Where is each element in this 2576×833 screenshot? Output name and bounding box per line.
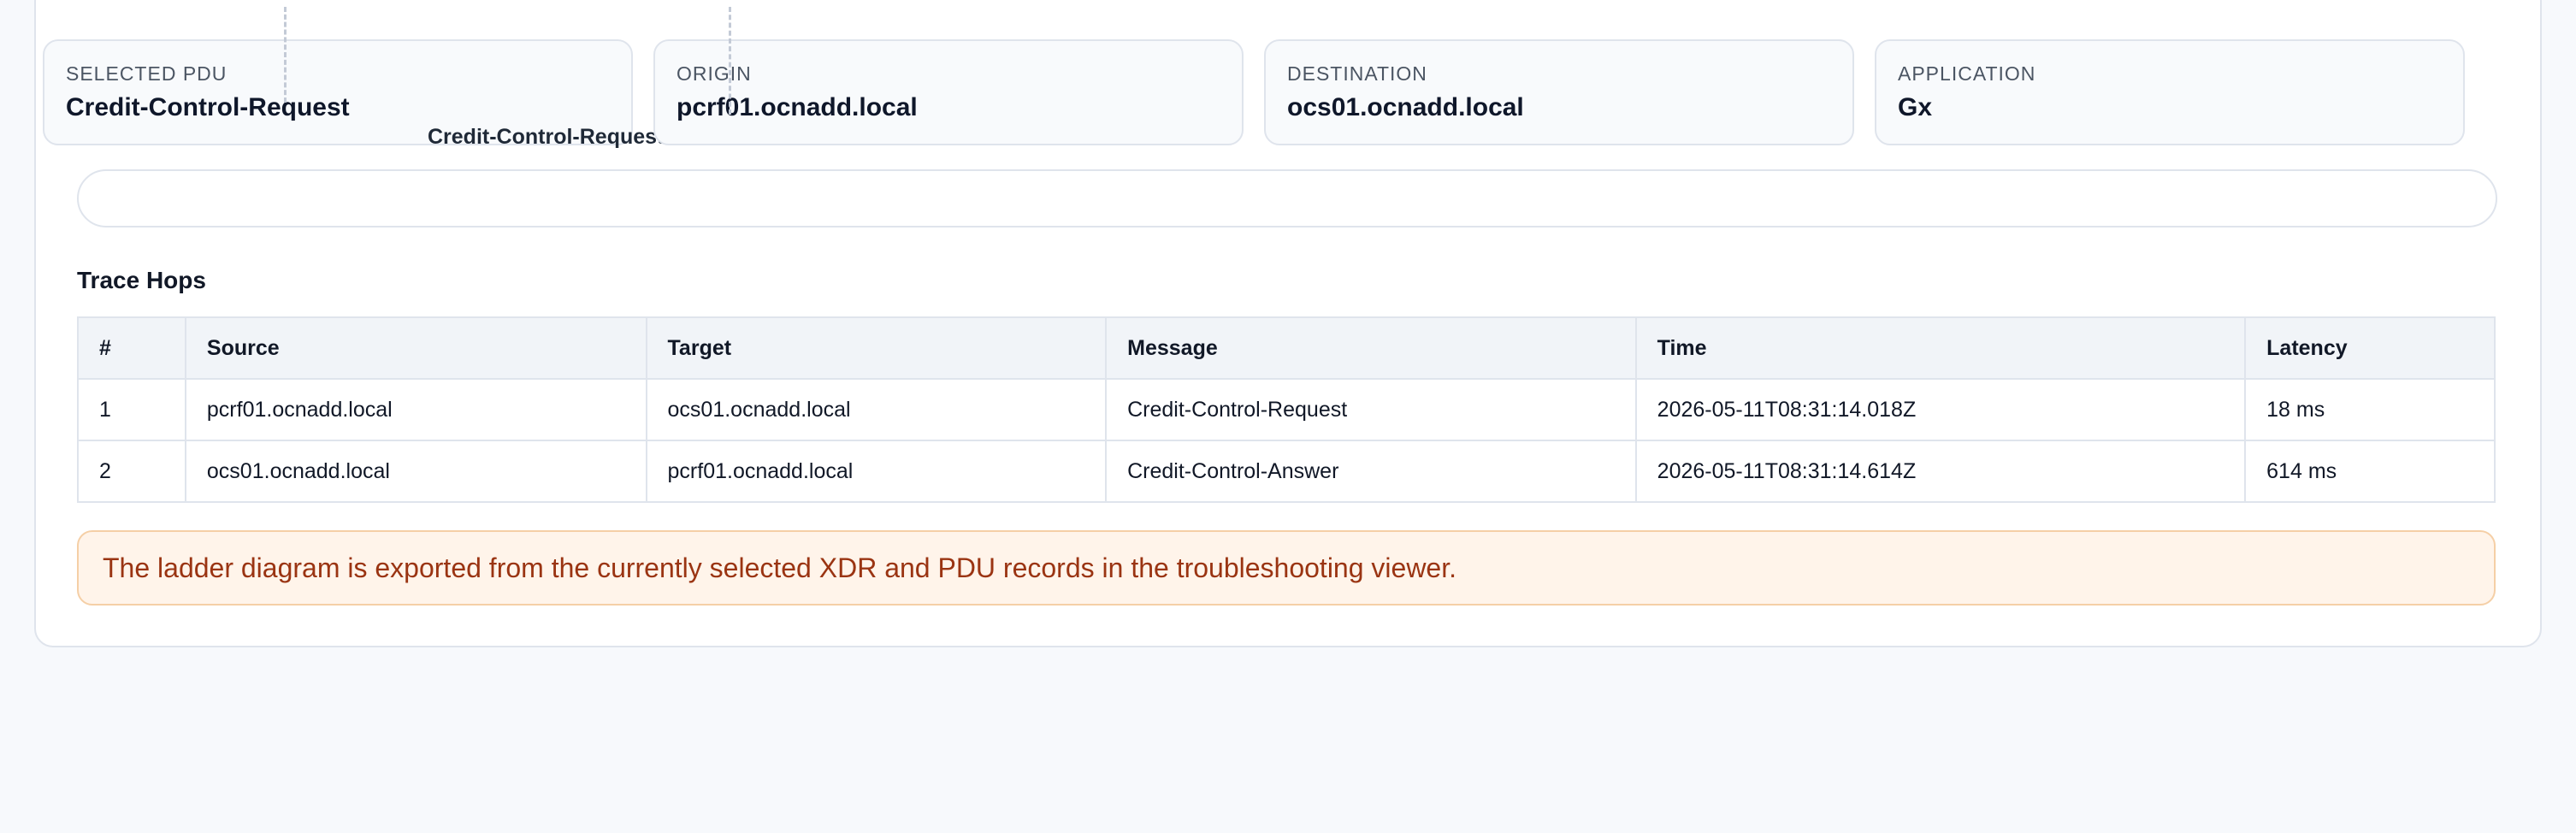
destination-value: ocs01.ocnadd.local [1287,93,1524,121]
table-cell: pcrf01.ocnadd.local [184,378,647,441]
origin-card: ORIGIN pcrf01.ocnadd.local [653,39,1244,145]
table-row[interactable]: 1 pcrf01.ocnadd.local ocs01.ocnadd.local… [77,378,2496,441]
summary-cards: SELECTED PDU Credit-Control-Request Cred… [43,39,2465,149]
selected-pdu-label: SELECTED PDU [66,62,227,85]
ladder-diagram-area [77,169,2497,227]
application-value: Gx [1898,93,1933,121]
destination-label: DESTINATION [1287,62,1427,85]
origin-label: ORIGIN [676,62,752,85]
lifeline-left [284,7,287,103]
selected-pdu-card: SELECTED PDU Credit-Control-Request Cred… [43,39,664,149]
application-card: APPLICATION Gx [1875,39,2465,145]
column-header: Latency [2244,316,2496,380]
table-cell: 614 ms [2244,440,2496,503]
column-header: Source [184,316,647,380]
ladder-message-label: Credit-Control-Request [428,125,665,149]
export-notice: The ladder diagram is exported from the … [77,530,2496,606]
table-header-row: # Source Target Message Time Latency [77,316,2496,380]
lifeline-right [729,7,731,115]
table-cell: 18 ms [2244,378,2496,441]
application-label: APPLICATION [1898,62,2036,85]
trace-hops-table: # Source Target Message Time Latency 1 p… [77,316,2496,503]
column-header: # [77,316,186,380]
table-cell: ocs01.ocnadd.local [645,378,1108,441]
column-header: Time [1634,316,2247,380]
table-cell: Credit-Control-Request [1105,378,1637,441]
table-cell: ocs01.ocnadd.local [184,440,647,503]
table-cell: 2 [77,440,186,503]
destination-card: DESTINATION ocs01.ocnadd.local [1264,39,1854,145]
selected-pdu-value: Credit-Control-Request [66,93,350,121]
table-cell: pcrf01.ocnadd.local [645,440,1108,503]
table-cell: 2026-05-11T08:31:14.018Z [1634,378,2247,441]
trace-hops-title: Trace Hops [77,267,206,293]
table-cell: 1 [77,378,186,441]
table-cell: Credit-Control-Answer [1105,440,1637,503]
column-header: Message [1105,316,1637,380]
table-cell: 2026-05-11T08:31:14.614Z [1634,440,2247,503]
table-row[interactable]: 2 ocs01.ocnadd.local pcrf01.ocnadd.local… [77,440,2496,503]
column-header: Target [645,316,1108,380]
origin-value: pcrf01.ocnadd.local [676,93,918,121]
